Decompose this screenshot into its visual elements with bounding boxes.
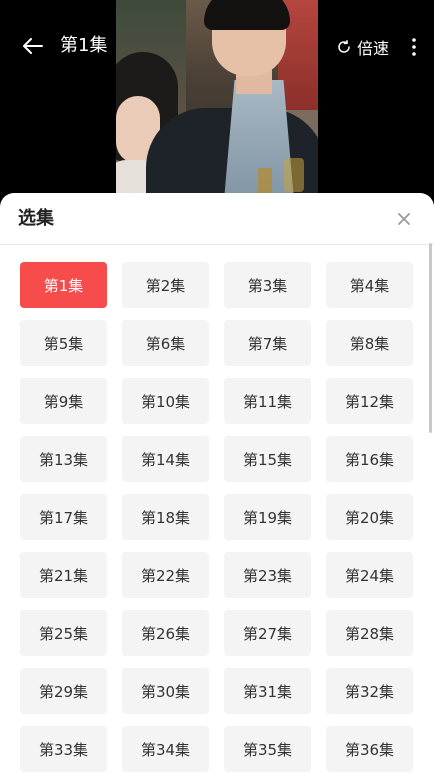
sheet-header: 选集 xyxy=(0,193,434,245)
episode-button[interactable]: 第30集 xyxy=(122,668,209,714)
episode-button[interactable]: 第5集 xyxy=(20,320,107,366)
speed-icon xyxy=(337,40,351,54)
close-icon xyxy=(398,213,410,225)
episode-button[interactable]: 第29集 xyxy=(20,668,107,714)
episode-button[interactable]: 第22集 xyxy=(122,552,209,598)
man-embroidery xyxy=(284,158,304,192)
more-button[interactable] xyxy=(404,33,424,61)
man-badge xyxy=(258,168,272,196)
episode-button[interactable]: 第4集 xyxy=(326,262,413,308)
episode-button[interactable]: 第12集 xyxy=(326,378,413,424)
episode-button[interactable]: 第15集 xyxy=(224,436,311,482)
episode-button[interactable]: 第11集 xyxy=(224,378,311,424)
episode-button[interactable]: 第24集 xyxy=(326,552,413,598)
episode-button[interactable]: 第26集 xyxy=(122,610,209,656)
arrow-left-icon xyxy=(23,38,43,54)
episode-button[interactable]: 第9集 xyxy=(20,378,107,424)
episode-button[interactable]: 第27集 xyxy=(224,610,311,656)
episode-button[interactable]: 第16集 xyxy=(326,436,413,482)
scrollbar[interactable] xyxy=(429,243,432,433)
current-episode-title: 第1集 xyxy=(60,35,108,56)
episode-button[interactable]: 第14集 xyxy=(122,436,209,482)
episode-button[interactable]: 第32集 xyxy=(326,668,413,714)
more-vertical-icon xyxy=(412,38,416,56)
episode-button[interactable]: 第34集 xyxy=(122,726,209,772)
episode-button[interactable]: 第21集 xyxy=(20,552,107,598)
episode-button-active[interactable]: 第1集 xyxy=(20,262,107,308)
episode-button[interactable]: 第10集 xyxy=(122,378,209,424)
episode-button[interactable]: 第7集 xyxy=(224,320,311,366)
close-button[interactable] xyxy=(394,209,414,229)
episode-grid: 第1集 第2集 第3集 第4集 第5集 第6集 第7集 第8集 第9集 第10集 第11集 第12集第… xyxy=(20,262,414,772)
speed-button[interactable]: 倍速 xyxy=(337,35,389,59)
episode-button[interactable]: 第23集 xyxy=(224,552,311,598)
episode-button[interactable]: 第35集 xyxy=(224,726,311,772)
episode-button[interactable]: 第25集 xyxy=(20,610,107,656)
episode-button[interactable]: 第6集 xyxy=(122,320,209,366)
player-top-bar: 第1集 倍速 xyxy=(0,0,434,92)
episode-button[interactable]: 第20集 xyxy=(326,494,413,540)
episode-button[interactable]: 第31集 xyxy=(224,668,311,714)
episode-button[interactable]: 第36集 xyxy=(326,726,413,772)
episode-button[interactable]: 第8集 xyxy=(326,320,413,366)
episode-button[interactable]: 第2集 xyxy=(122,262,209,308)
episode-button[interactable]: 第28集 xyxy=(326,610,413,656)
episode-button[interactable]: 第13集 xyxy=(20,436,107,482)
episode-button[interactable]: 第18集 xyxy=(122,494,209,540)
speed-label: 倍速 xyxy=(357,39,390,58)
back-button[interactable] xyxy=(20,33,46,59)
episode-button[interactable]: 第19集 xyxy=(224,494,311,540)
episode-button[interactable]: 第17集 xyxy=(20,494,107,540)
sheet-title: 选集 xyxy=(18,208,54,229)
episode-button[interactable]: 第3集 xyxy=(224,262,311,308)
episode-selection-sheet: 选集 第1集 第2集 第3集 第4集 第5集 第6集 第7集 第8集 第9集 第10集 第11集 第1… xyxy=(0,193,434,773)
video-player[interactable]: 第1集 倍速 xyxy=(0,0,434,200)
episode-button[interactable]: 第33集 xyxy=(20,726,107,772)
